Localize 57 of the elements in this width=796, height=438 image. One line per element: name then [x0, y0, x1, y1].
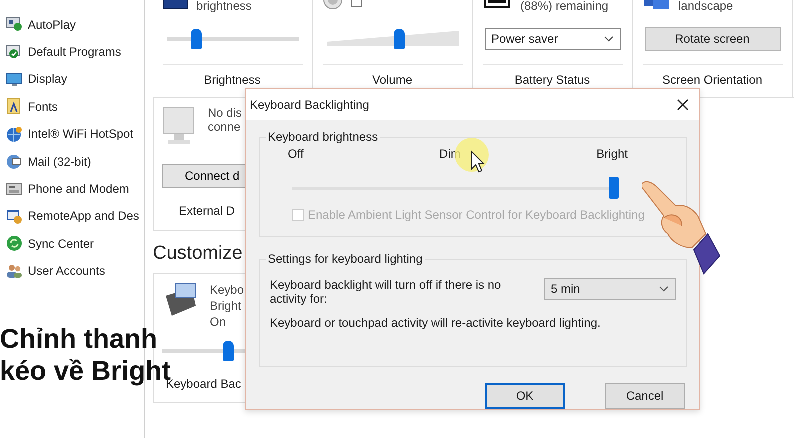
tile-label: External D [178, 204, 236, 218]
section-heading: Customize [153, 243, 243, 265]
field-label: Keyboard backlight will turn off if there is no activity for: [270, 278, 502, 306]
screens-icon [642, 0, 670, 10]
sync-icon [6, 235, 23, 252]
dialog-title: Keyboard Backlighting [250, 98, 370, 112]
users-icon [6, 262, 23, 280]
sidebar-item[interactable]: Sync Center [0, 230, 144, 258]
slider-thumb[interactable] [609, 177, 619, 199]
dialog-button[interactable]: Cancel [605, 383, 685, 409]
power-plan-dropdown[interactable]: Power saver [484, 28, 620, 50]
slider-thumb[interactable] [190, 29, 202, 49]
slider-mark-label: Dim [440, 147, 461, 161]
group-title: Settings for keyboard lighting [266, 252, 425, 266]
status-text: Keybo [210, 282, 244, 298]
sidebar-item[interactable]: User Accounts [0, 258, 144, 285]
phone-icon [6, 180, 23, 198]
globe-icon [6, 126, 23, 143]
caption-line: Chỉnh thanh [0, 323, 158, 355]
close-icon[interactable] [677, 98, 689, 110]
tile-label: Brightness [204, 73, 261, 87]
status-text: Bright [210, 298, 242, 314]
rotate-screen-button[interactable]: Rotate screen [644, 27, 780, 51]
dialog-button[interactable]: OK [485, 383, 565, 409]
tile-label: Screen Orientation [662, 73, 763, 87]
sidebar-item[interactable]: Display [0, 66, 144, 94]
chevron-down-icon [604, 36, 614, 42]
status-text: (88%) remaining [520, 0, 609, 13]
slider-mark-label: Bright [596, 147, 628, 161]
window-icon [6, 208, 23, 225]
status-text: brightness [196, 0, 252, 13]
font-icon [6, 98, 23, 116]
sidebar-item[interactable]: Fonts [0, 93, 144, 121]
sidebar-item[interactable]: Intel® WiFi HotSpot [0, 120, 144, 148]
window-check-icon [6, 44, 23, 61]
slider-thumb[interactable] [223, 341, 234, 361]
status-text: conne [208, 120, 242, 134]
globe-icon [6, 153, 23, 170]
status-text: landscape [678, 0, 734, 13]
status-text: On [210, 314, 228, 330]
sidebar-item[interactable]: Mail (32-bit) [0, 148, 144, 176]
speaker-icon [322, 0, 342, 10]
group-title: Keyboard brightness [266, 130, 380, 144]
status-text: No dis [208, 106, 242, 120]
info-text: Keyboard or touchpad activity will re-activite keyboard lighting. [270, 316, 602, 330]
slider-mark-label: Off [288, 147, 304, 161]
window-check-icon [6, 16, 23, 34]
sidebar-item[interactable]: RemoteApp and Des [0, 202, 144, 230]
sidebar-item[interactable]: Default Programs [0, 38, 144, 66]
sidebar-item[interactable]: AutoPlay [0, 11, 144, 38]
tile-label: Battery Status [514, 73, 590, 87]
volume-track[interactable] [326, 28, 458, 50]
chevron-down-icon [659, 286, 669, 292]
slider-thumb[interactable] [394, 29, 406, 49]
sidebar-item[interactable]: Phone and Modem [0, 175, 144, 203]
timeout-dropdown[interactable]: 5 min [544, 278, 676, 300]
tile-label: Volume [372, 73, 413, 87]
